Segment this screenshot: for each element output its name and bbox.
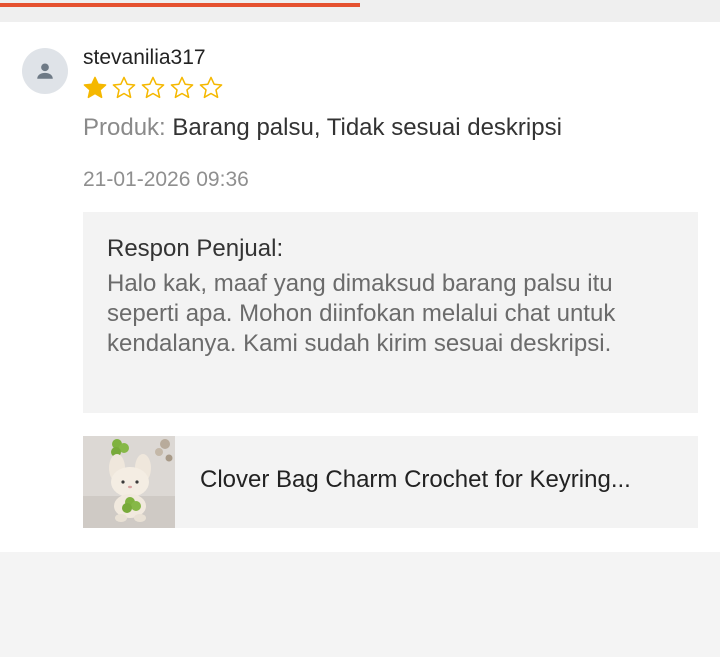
avatar[interactable]	[22, 48, 68, 94]
seller-reply-text: Halo kak, maaf yang dimaksud barang pals…	[107, 270, 616, 357]
review-timestamp: 21-01-2026 09:36	[83, 168, 249, 191]
review-product-variation: Produk: Barang palsu, Tidak sesuai deskr…	[83, 114, 562, 142]
user-icon	[37, 63, 53, 79]
star-filled-icon	[82, 75, 108, 101]
tab-progress-indicator	[0, 3, 360, 7]
star-empty-icon	[111, 75, 137, 101]
product-thumbnail[interactable]	[83, 436, 175, 528]
product-value: Barang palsu, Tidak sesuai deskripsi	[172, 114, 562, 141]
reviewer-username[interactable]: stevanilia317	[83, 46, 206, 70]
star-empty-icon	[169, 75, 195, 101]
product-card[interactable]: Clover Bag Charm Crochet for Keyring...	[83, 436, 698, 528]
product-label: Produk:	[83, 114, 166, 141]
top-bar	[0, 0, 720, 22]
star-empty-icon	[140, 75, 166, 101]
review-card: stevanilia317 Produk: Barang palsu, Tida…	[0, 22, 720, 552]
product-name[interactable]: Clover Bag Charm Crochet for Keyring...	[200, 466, 680, 494]
seller-reply-title: Respon Penjual:	[107, 235, 284, 262]
star-rating	[82, 75, 224, 101]
seller-reply-box: Respon Penjual: Halo kak, maaf yang dima…	[83, 212, 698, 413]
star-empty-icon	[198, 75, 224, 101]
